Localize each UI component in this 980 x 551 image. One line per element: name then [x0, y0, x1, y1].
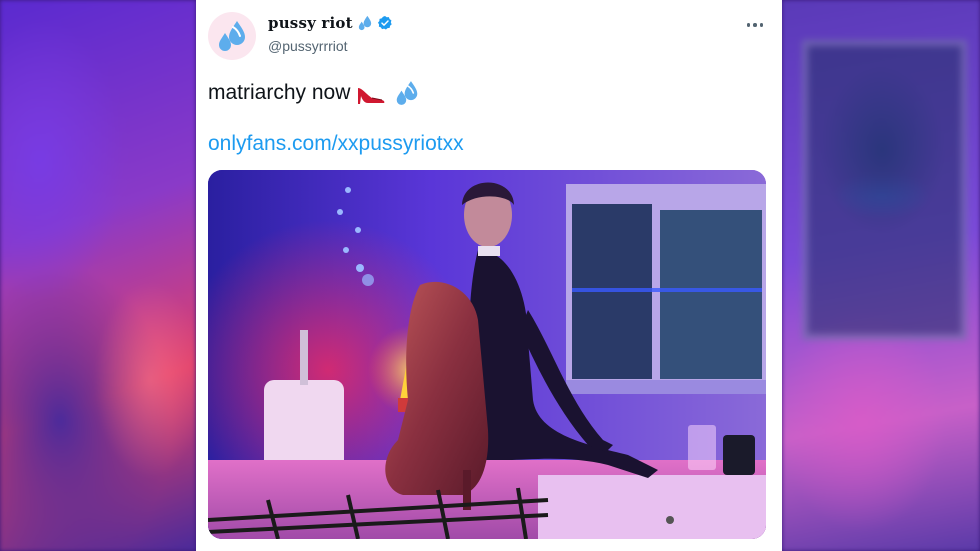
- tweet-link[interactable]: onlyfans.com/xxpussyriotxx: [208, 132, 464, 156]
- more-options-icon: [746, 23, 751, 27]
- tweet-text-body: matriarchy now: [208, 81, 351, 104]
- background-left-blur: [0, 0, 196, 551]
- background-right-blur: [782, 0, 980, 551]
- tweet-card: pussy riot @pussyrrriot matriarchy now o…: [196, 0, 782, 551]
- sweat-droplets-icon: [219, 21, 245, 51]
- tweet-text: matriarchy now: [208, 78, 422, 108]
- photo-scene: [208, 170, 766, 539]
- tweet-photo[interactable]: [208, 170, 766, 539]
- user-handle[interactable]: @pussyrrriot: [268, 38, 348, 54]
- avatar[interactable]: [208, 12, 256, 60]
- high-heel-icon: [358, 88, 385, 104]
- sweat-droplets-icon: [397, 81, 418, 105]
- more-options-button[interactable]: [742, 12, 768, 38]
- sweat-droplets-icon: [358, 15, 371, 31]
- verified-badge-icon: [377, 16, 392, 30]
- background-window: [802, 40, 967, 340]
- display-name-row[interactable]: pussy riot: [268, 14, 393, 32]
- display-name[interactable]: pussy riot: [268, 14, 353, 32]
